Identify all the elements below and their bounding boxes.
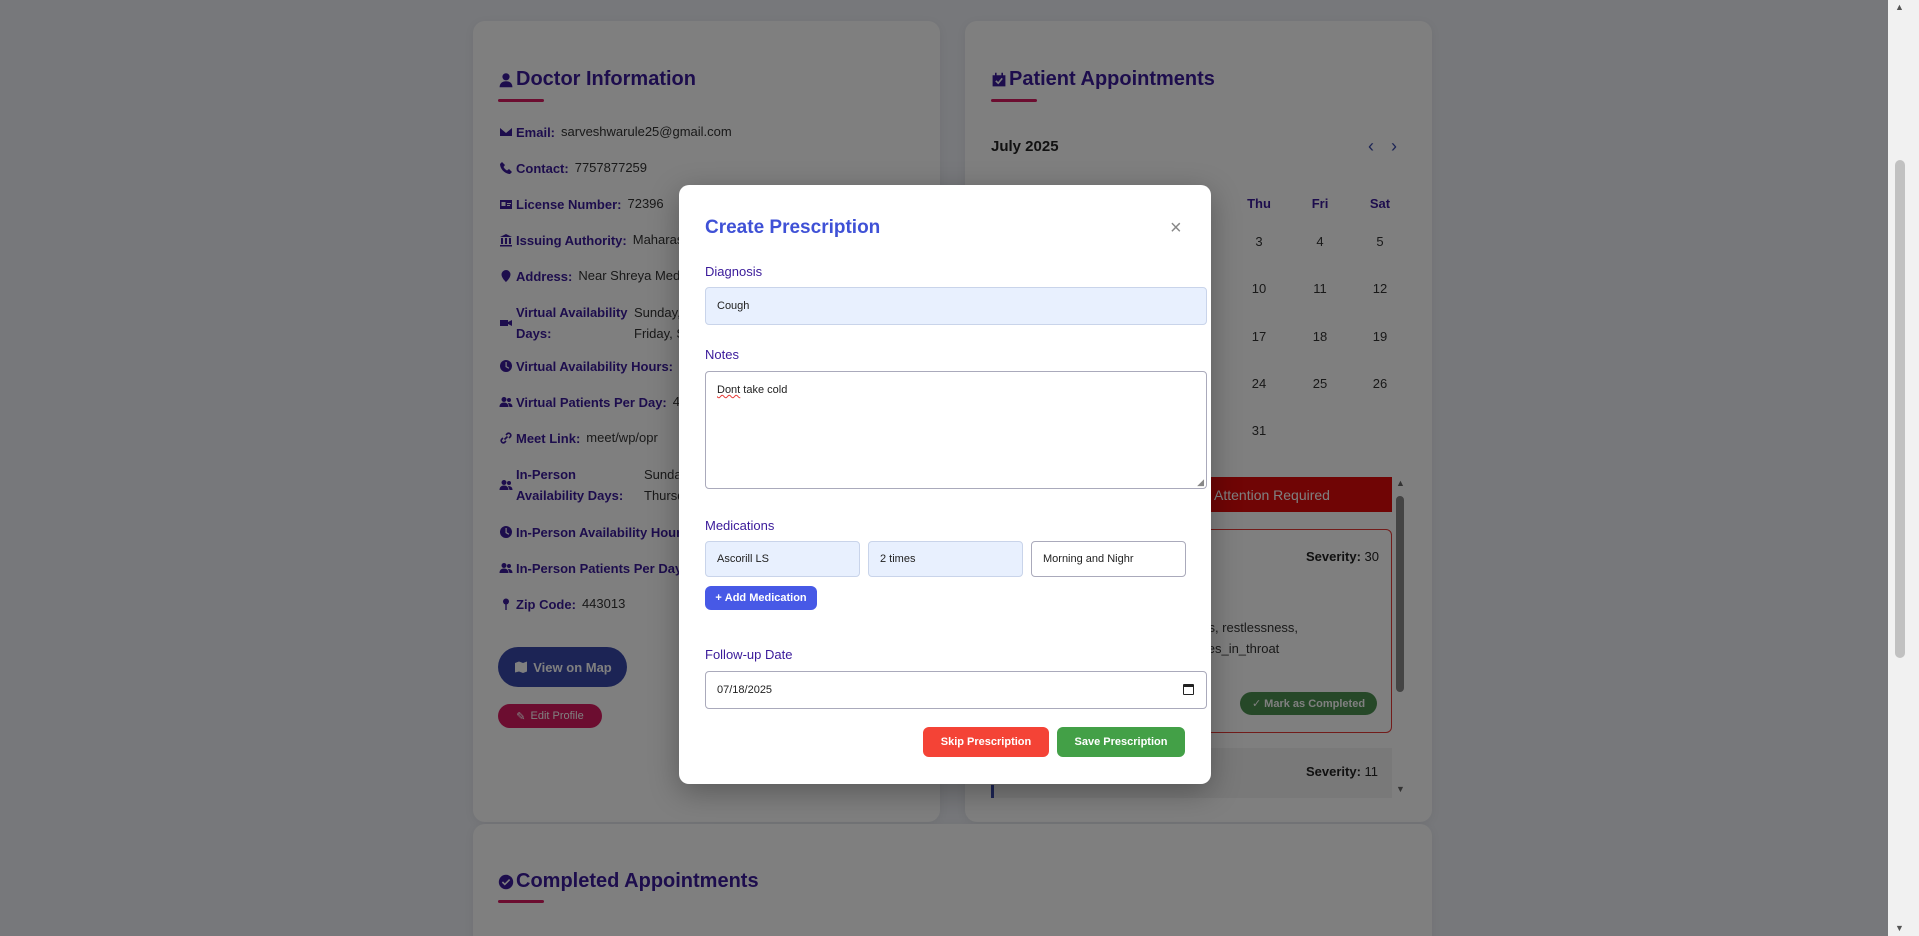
skip-prescription-button[interactable]: Skip Prescription	[923, 727, 1049, 757]
calendar-icon[interactable]	[1183, 684, 1194, 695]
page-scrollbar-thumb[interactable]	[1895, 160, 1905, 658]
page-scroll-down-arrow[interactable]: ▼	[1895, 923, 1904, 933]
medications-label: Medications	[705, 518, 775, 533]
plus-icon: +	[715, 592, 722, 604]
followup-label: Follow-up Date	[705, 647, 793, 662]
save-prescription-button[interactable]: Save Prescription	[1057, 727, 1185, 757]
resize-handle-icon[interactable]: ◢	[1197, 477, 1204, 488]
modal-title: Create Prescription	[705, 217, 881, 238]
medication-timing-input[interactable]: Morning and Nighr	[1031, 541, 1186, 577]
followup-date-input[interactable]: 07/18/2025	[705, 671, 1207, 709]
medication-name-input[interactable]: Ascorill LS	[705, 541, 860, 577]
notes-label: Notes	[705, 347, 739, 362]
create-prescription-modal: Create Prescription × Diagnosis Cough No…	[679, 185, 1211, 784]
page-scroll-up-arrow[interactable]: ▲	[1895, 2, 1904, 12]
notes-textarea[interactable]: Dont take cold ◢	[705, 371, 1207, 489]
add-medication-button[interactable]: + Add Medication	[705, 586, 817, 610]
diagnosis-label: Diagnosis	[705, 264, 763, 279]
medication-frequency-input[interactable]: 2 times	[868, 541, 1023, 577]
diagnosis-input[interactable]: Cough	[705, 287, 1207, 325]
close-icon[interactable]: ×	[1170, 217, 1182, 240]
